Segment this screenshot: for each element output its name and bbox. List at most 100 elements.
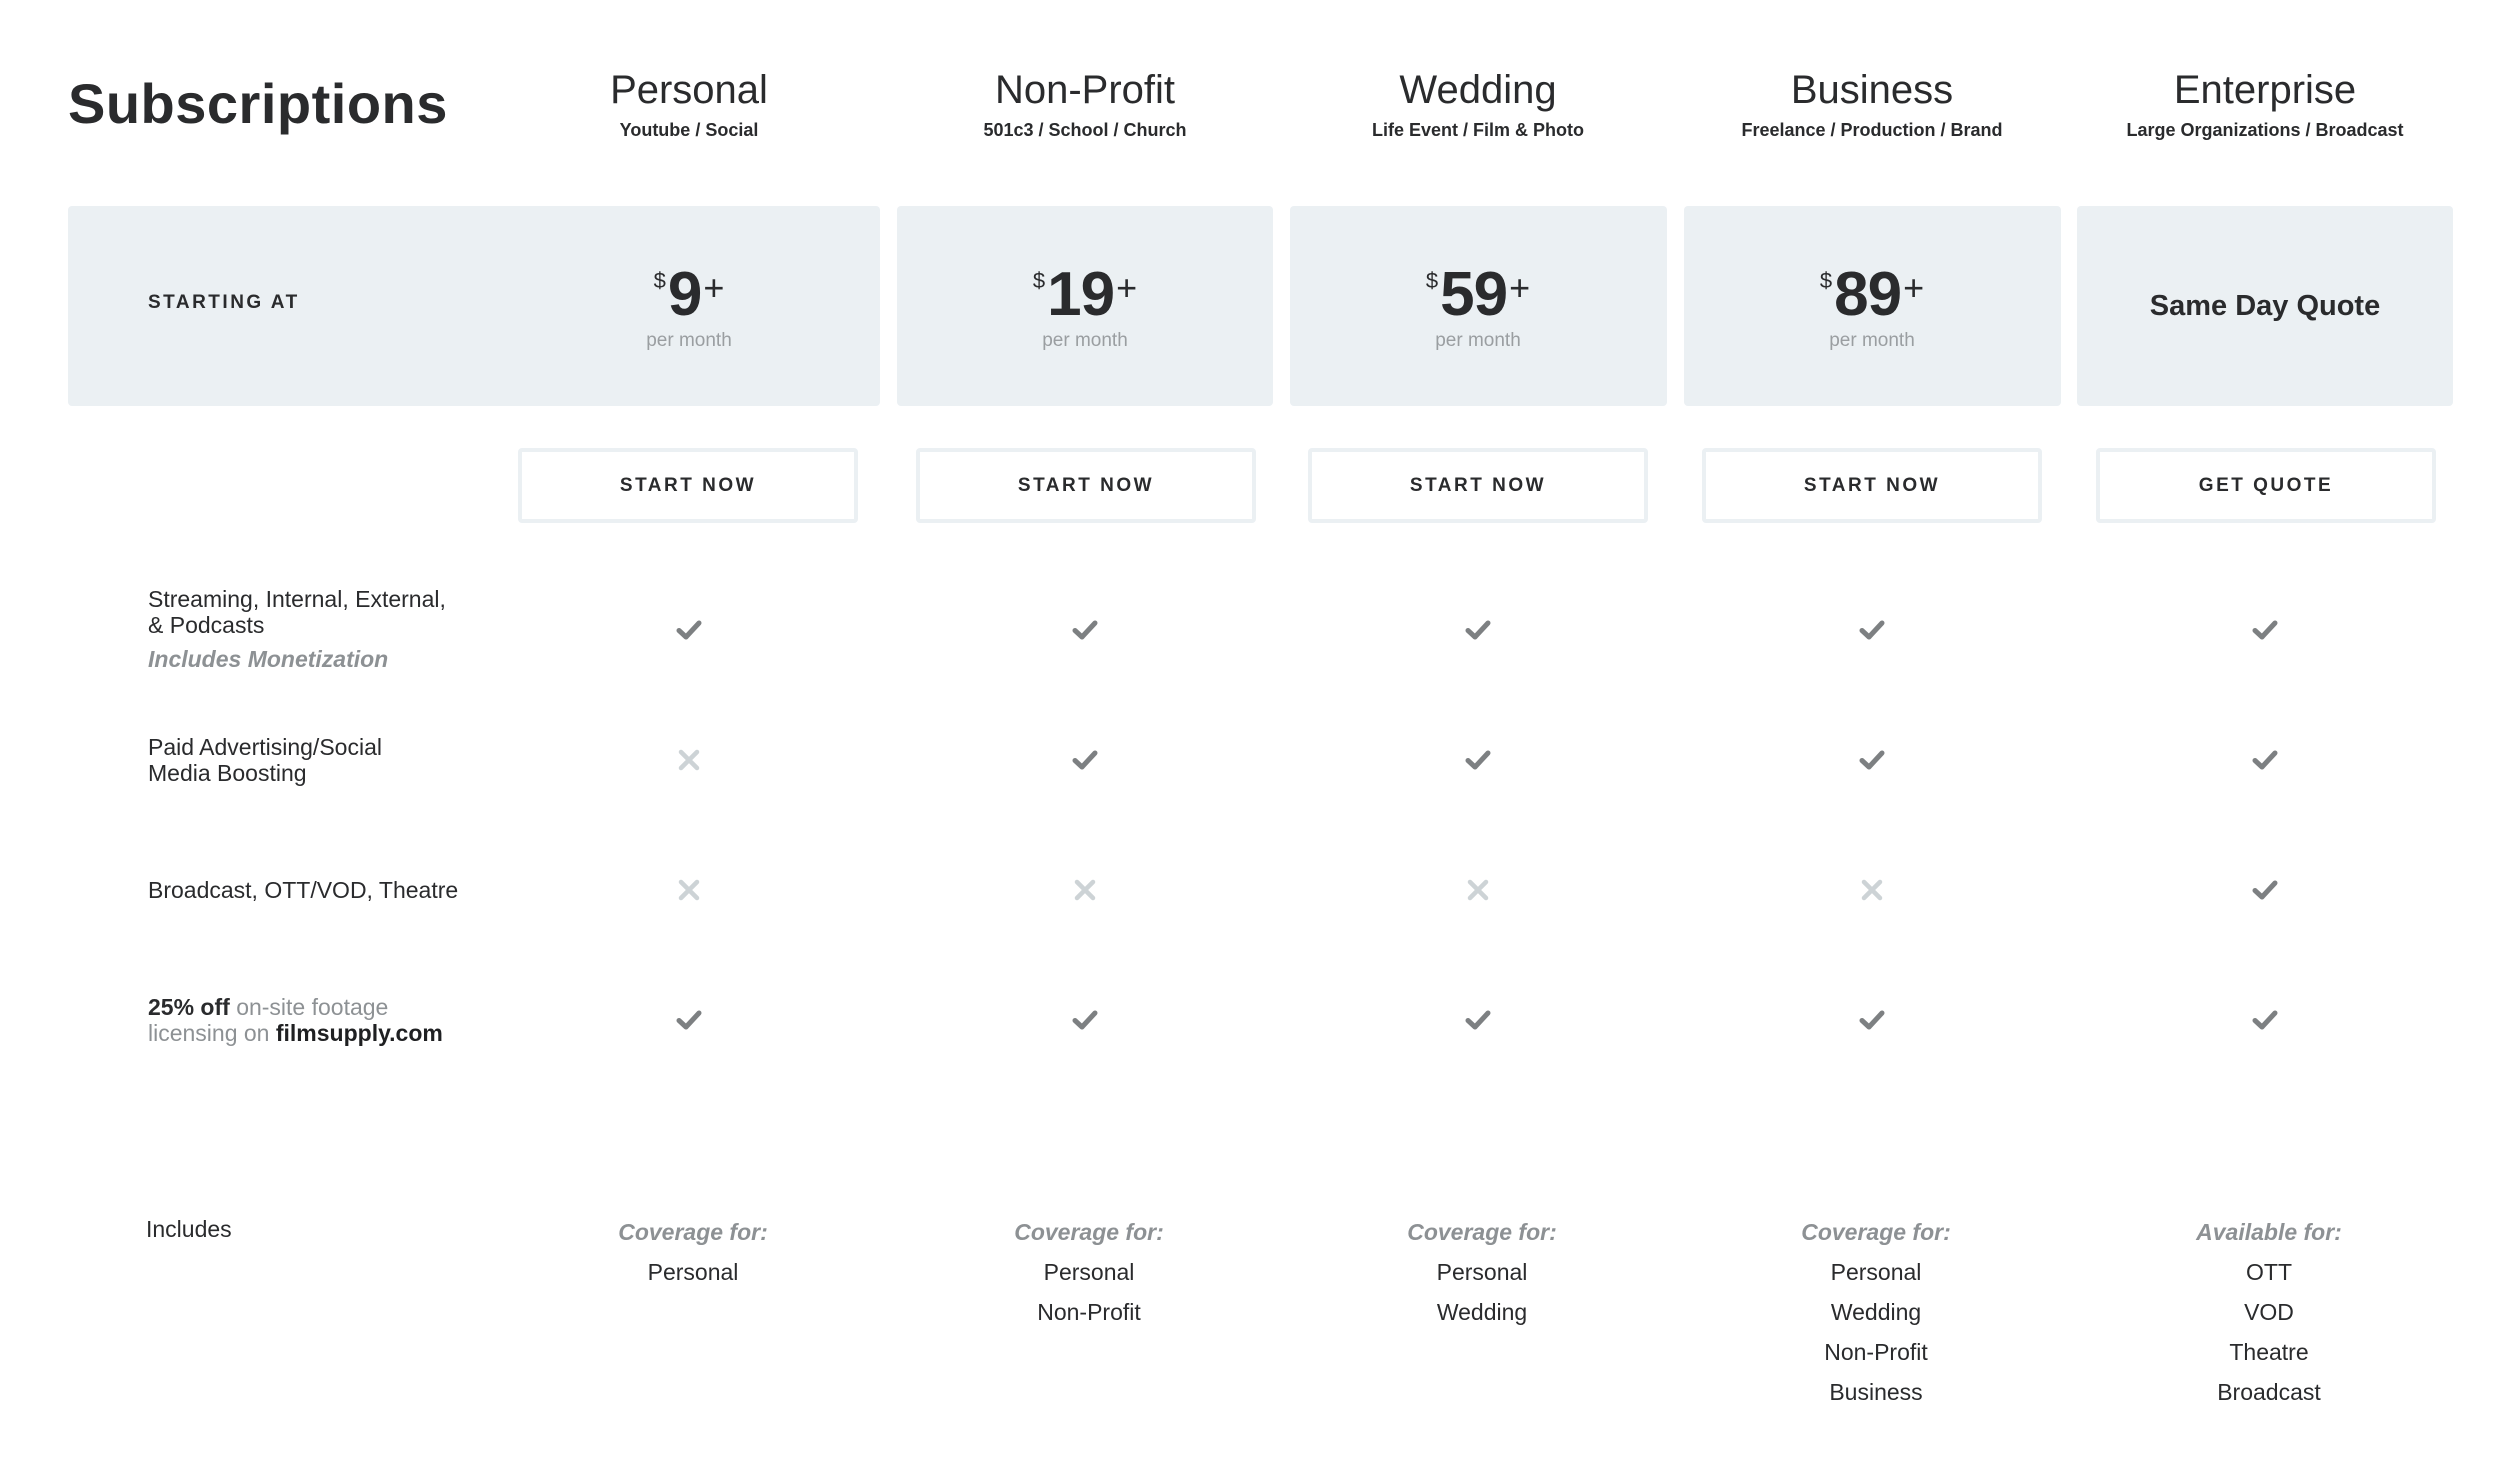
price-period: per month — [1435, 330, 1521, 351]
price-currency: $ — [653, 268, 666, 293]
page-title: Subscriptions — [68, 72, 448, 135]
includes-heading: Coverage for: — [618, 1219, 768, 1245]
price-business: $ 89 + per month — [1684, 256, 2060, 352]
includes-item: VOD — [2244, 1299, 2294, 1325]
start-now-button-business[interactable]: START NOW — [1702, 448, 2042, 523]
price-personal: $ 9 + per month — [501, 256, 877, 352]
cross-icon — [674, 875, 704, 905]
plan-name: Non-Profit — [994, 68, 1176, 112]
start-now-button-non-profit[interactable]: START NOW — [916, 448, 1256, 523]
price-period: per month — [646, 330, 732, 351]
check-icon — [1463, 1005, 1493, 1035]
price-period: per month — [1042, 330, 1128, 351]
plan-subtitle: Large Organizations / Broadcast — [2126, 120, 2404, 140]
check-icon — [1463, 745, 1493, 775]
includes-heading: Available for: — [2196, 1219, 2342, 1245]
feature-note: Includes Monetization — [148, 646, 389, 672]
includes-item: OTT — [2246, 1259, 2292, 1285]
check-icon — [674, 615, 704, 645]
discount-description: on-site footage — [236, 994, 389, 1020]
includes-item: Business — [1829, 1379, 1923, 1405]
plan-name: Enterprise — [2173, 68, 2357, 112]
feature-label-paid-advertising: Paid Advertising/Social Media Boosting — [148, 734, 488, 786]
plan-subtitle: Life Event / Film & Photo — [1371, 120, 1584, 140]
check-icon — [2250, 615, 2280, 645]
check-icon — [2250, 745, 2280, 775]
cross-icon — [1070, 875, 1100, 905]
check-icon — [674, 1005, 704, 1035]
price-suffix: + — [1116, 267, 1138, 308]
feature-text: Broadcast, OTT/VOD, Theatre — [148, 877, 459, 903]
includes-item: Broadcast — [2217, 1379, 2321, 1405]
plan-name: Personal — [610, 68, 768, 112]
price-wedding: $ 59 + per month — [1290, 256, 1666, 352]
plan-header-personal: Personal Youtube / Social — [479, 66, 899, 142]
plan-subtitle: Freelance / Production / Brand — [1741, 120, 2003, 140]
price-suffix: + — [703, 267, 725, 308]
includes-column: Coverage for: Personal Wedding — [1332, 1212, 1632, 1332]
price-currency: $ — [1425, 268, 1439, 293]
feature-label-broadcast: Broadcast, OTT/VOD, Theatre — [148, 877, 488, 903]
check-icon — [1857, 745, 1887, 775]
includes-item: Personal — [647, 1259, 739, 1285]
includes-label: Includes — [146, 1216, 232, 1242]
check-icon — [1857, 615, 1887, 645]
includes-item: Theatre — [2229, 1339, 2309, 1365]
includes-heading: Coverage for: — [1014, 1219, 1164, 1245]
includes-column: Available for: OTT VOD Theatre Broadcast — [2119, 1212, 2419, 1412]
check-icon — [1070, 745, 1100, 775]
price-currency: $ — [1819, 268, 1833, 293]
check-icon — [1070, 1005, 1100, 1035]
includes-item: Personal — [1436, 1259, 1528, 1285]
plan-subtitle: 501c3 / School / Church — [983, 120, 1187, 140]
plan-header-business: Business Freelance / Production / Brand — [1662, 66, 2082, 142]
feature-text-line2: & Podcasts — [148, 612, 265, 638]
includes-heading: Coverage for: — [1407, 1219, 1557, 1245]
check-icon — [1857, 1005, 1887, 1035]
price-quote-enterprise: Same Day Quote — [2149, 290, 2381, 322]
includes-heading: Coverage for: — [1801, 1219, 1951, 1245]
price-period: per month — [1829, 330, 1915, 351]
starting-at-label: STARTING AT — [148, 292, 300, 313]
check-icon — [2250, 875, 2280, 905]
includes-item: Non-Profit — [1824, 1339, 1928, 1365]
plan-header-wedding: Wedding Life Event / Film & Photo — [1268, 66, 1688, 142]
price-currency: $ — [1032, 268, 1046, 293]
includes-item: Personal — [1830, 1259, 1922, 1285]
price-amount: 9 — [667, 260, 702, 329]
plan-name: Business — [1790, 68, 1954, 112]
includes-item: Wedding — [1830, 1299, 1922, 1325]
cross-icon — [1857, 875, 1887, 905]
check-icon — [1070, 615, 1100, 645]
feature-text: Streaming, Internal, External, — [148, 586, 446, 612]
plan-subtitle: Youtube / Social — [619, 120, 759, 140]
get-quote-button-enterprise[interactable]: GET QUOTE — [2096, 448, 2436, 523]
includes-item: Non-Profit — [1037, 1299, 1141, 1325]
check-icon — [1463, 615, 1493, 645]
plan-name: Wedding — [1399, 68, 1557, 112]
plan-header-enterprise: Enterprise Large Organizations / Broadca… — [2055, 66, 2475, 142]
filmsupply-link[interactable]: filmsupply.com — [276, 1020, 443, 1046]
includes-column: Coverage for: Personal Wedding Non-Profit Bu… — [1726, 1212, 2026, 1412]
price-amount: 89 — [1834, 260, 1902, 329]
discount-description-line2: licensing on — [148, 1020, 270, 1046]
price-non-profit: $ 19 + per month — [897, 256, 1273, 352]
price-amount: 19 — [1047, 260, 1115, 329]
includes-column: Coverage for: Personal — [543, 1212, 843, 1292]
plan-header-non-profit: Non-Profit 501c3 / School / Church — [875, 66, 1295, 142]
check-icon — [2250, 1005, 2280, 1035]
discount-text: 25% off — [148, 994, 230, 1020]
feature-text: Paid Advertising/Social — [148, 734, 382, 760]
includes-column: Coverage for: Personal Non-Profit — [939, 1212, 1239, 1332]
feature-label-streaming: Streaming, Internal, External, & Podcast… — [148, 586, 488, 672]
price-suffix: + — [1903, 267, 1925, 308]
price-suffix: + — [1509, 267, 1531, 308]
feature-text-line2: Media Boosting — [148, 760, 307, 786]
cross-icon — [674, 745, 704, 775]
includes-item: Personal — [1043, 1259, 1135, 1285]
cross-icon — [1463, 875, 1493, 905]
feature-label-footage-discount: 25% off on-site footage licensing on fil… — [148, 994, 488, 1046]
start-now-button-personal[interactable]: START NOW — [518, 448, 858, 523]
includes-item: Wedding — [1436, 1299, 1528, 1325]
start-now-button-wedding[interactable]: START NOW — [1308, 448, 1648, 523]
